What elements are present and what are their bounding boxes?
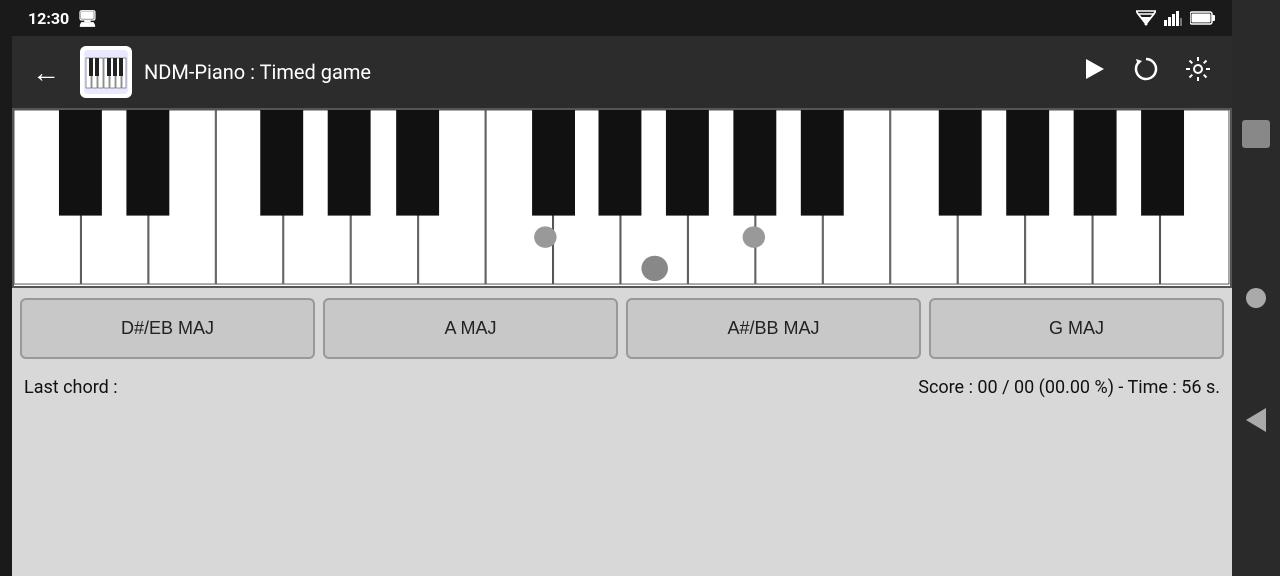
last-chord-label: Last chord : — [24, 377, 118, 398]
piano-keyboard[interactable] — [14, 110, 1230, 286]
right-bar-square — [1242, 120, 1270, 148]
header-actions — [1072, 47, 1220, 98]
score-display: Score : 00 / 00 (00.00 %) - Time : 56 s. — [918, 377, 1220, 398]
bottom-status: Last chord : Score : 00 / 00 (00.00 %) -… — [12, 369, 1232, 406]
battery-icon — [1190, 11, 1216, 25]
status-bar-right — [1136, 10, 1216, 26]
back-button[interactable]: ← — [24, 48, 68, 97]
replay-icon — [1132, 55, 1160, 83]
right-bar-circle — [1246, 288, 1266, 308]
sim-icon: 🖥 — [77, 9, 97, 28]
chord-button-1[interactable]: A MAJ — [323, 298, 618, 359]
status-bar-left: 12:30 🖥 — [28, 9, 98, 28]
settings-icon — [1184, 55, 1212, 83]
chord-button-0[interactable]: D#/EB MAJ — [20, 298, 315, 359]
app-header: ← NDM-Piano : Timed game — [12, 36, 1232, 108]
chord-button-3[interactable]: G MAJ — [929, 298, 1224, 359]
chord-buttons: D#/EB MAJ A MAJ A#/BB MAJ G MAJ — [12, 288, 1232, 369]
chord-button-2[interactable]: A#/BB MAJ — [626, 298, 921, 359]
wifi-icon — [1136, 10, 1156, 26]
main-content: 12:30 🖥 — [12, 0, 1232, 576]
signal-icon — [1164, 10, 1182, 26]
right-bar — [1232, 0, 1280, 576]
settings-button[interactable] — [1176, 47, 1220, 98]
app-icon — [80, 46, 132, 98]
play-icon — [1080, 55, 1108, 83]
piano-section[interactable] — [12, 108, 1232, 288]
right-bar-triangle[interactable] — [1246, 408, 1266, 432]
left-bar — [0, 0, 12, 576]
replay-button[interactable] — [1124, 47, 1168, 98]
time-display: 12:30 — [28, 9, 69, 28]
app-title: NDM-Piano : Timed game — [144, 60, 1060, 84]
piano-icon — [84, 50, 128, 94]
play-button[interactable] — [1072, 47, 1116, 98]
status-bar: 12:30 🖥 — [12, 0, 1232, 36]
